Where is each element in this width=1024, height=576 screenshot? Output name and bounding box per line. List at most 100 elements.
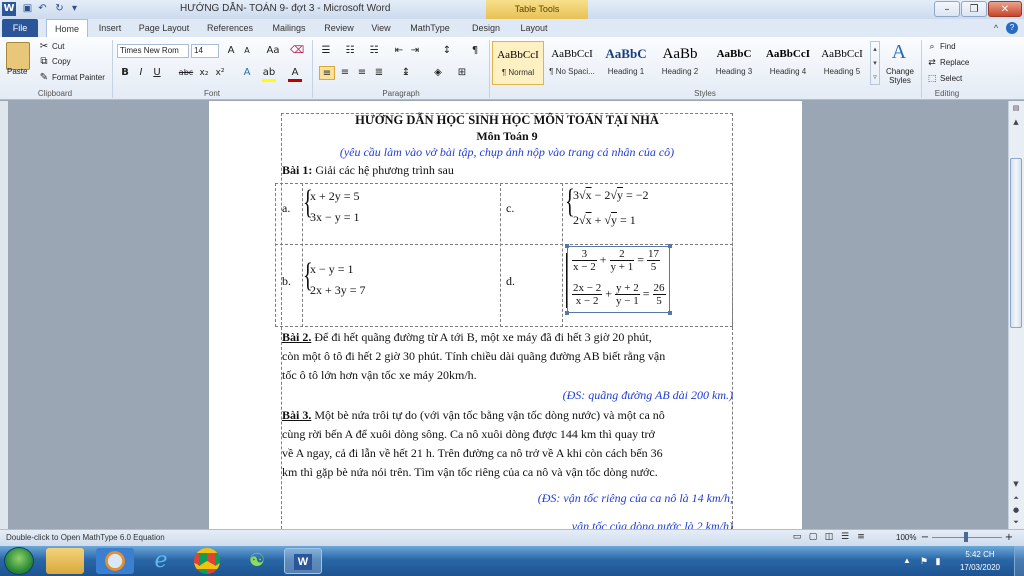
shading-icon[interactable]: ◈ xyxy=(430,66,446,80)
tab-page-layout[interactable]: Page Layout xyxy=(134,19,194,37)
web-layout-icon[interactable]: ◫ xyxy=(822,531,836,544)
bullets-icon[interactable]: ☰ xyxy=(318,44,334,58)
ribbon-minimize-icon[interactable]: ^ xyxy=(990,22,1002,34)
font-color-icon[interactable]: A xyxy=(288,66,302,80)
media-player-icon[interactable] xyxy=(96,548,134,574)
replace-icon[interactable]: ⇄ xyxy=(926,56,938,70)
paste-button[interactable]: Paste xyxy=(7,67,27,76)
find-button[interactable]: Find xyxy=(940,42,956,51)
change-styles-icon[interactable]: A xyxy=(888,40,910,64)
system-b-eq1[interactable]: x − y = 1 xyxy=(310,262,354,277)
strikethrough-icon[interactable]: abc xyxy=(178,66,194,80)
grow-font-icon[interactable]: A xyxy=(224,44,238,58)
tab-design[interactable]: Design xyxy=(464,19,508,37)
system-a-eq2[interactable]: 3x − y = 1 xyxy=(310,210,360,225)
qat-customize-icon[interactable]: ▾ xyxy=(68,2,81,16)
tray-flag-icon[interactable]: ⚑ xyxy=(918,555,930,567)
select-icon[interactable]: ⬚ xyxy=(926,72,938,86)
cut-icon[interactable]: ✂ xyxy=(38,40,50,54)
style-no-spacing[interactable]: AaBbCcI ¶ No Spaci... xyxy=(546,41,598,85)
system-d-eq2[interactable]: 2x − 2x − 2 + y + 2y − 1 = 26 5 xyxy=(572,282,666,307)
tab-mathtype[interactable]: MathType xyxy=(404,19,456,37)
increase-indent-icon[interactable]: ⇥ xyxy=(408,44,422,58)
close-button[interactable]: ✕ xyxy=(988,1,1022,17)
text-effects-icon[interactable]: A xyxy=(240,66,254,80)
selection-handle[interactable] xyxy=(668,244,672,248)
print-layout-icon[interactable]: ▭ xyxy=(790,531,804,544)
tab-file[interactable]: File xyxy=(2,19,38,37)
tab-layout[interactable]: Layout xyxy=(514,19,554,37)
style-heading-5[interactable]: AaBbCcI Heading 5 xyxy=(816,41,868,85)
style-heading-1[interactable]: AaBbC Heading 1 xyxy=(600,41,652,85)
style-heading-4[interactable]: AaBbCcI Heading 4 xyxy=(762,41,814,85)
app-icon[interactable]: ☯ xyxy=(238,548,276,574)
scroll-down-icon[interactable]: ▼ xyxy=(1010,478,1022,490)
select-button[interactable]: Select xyxy=(940,74,962,83)
decrease-indent-icon[interactable]: ⇤ xyxy=(392,44,406,58)
show-desktop-button[interactable] xyxy=(1014,546,1024,576)
selection-handle[interactable] xyxy=(565,244,569,248)
highlight-icon[interactable]: ab xyxy=(262,66,276,80)
browse-object-icon[interactable]: ● xyxy=(1010,504,1022,516)
redo-icon[interactable]: ↻ xyxy=(53,2,66,16)
format-painter-button[interactable]: Format Painter xyxy=(52,73,105,82)
internet-explorer-icon[interactable]: e xyxy=(142,548,180,574)
draft-icon[interactable]: ≡ xyxy=(854,531,868,544)
system-d-eq1[interactable]: 3x − 2 + 2y + 1 = 17 5 xyxy=(572,248,660,273)
style-normal[interactable]: AaBbCcI ¶ Normal xyxy=(492,41,544,85)
copy-icon[interactable]: ⧉ xyxy=(38,55,50,69)
change-case-icon[interactable]: Aa xyxy=(264,44,282,58)
copy-button[interactable]: Copy xyxy=(52,57,71,66)
tab-references[interactable]: References xyxy=(202,19,258,37)
style-heading-2[interactable]: AaBb Heading 2 xyxy=(654,41,706,85)
find-icon[interactable]: ⌕ xyxy=(926,40,938,54)
clock-time[interactable]: 5:42 CH xyxy=(948,550,1012,559)
selection-handle[interactable] xyxy=(565,311,569,315)
zoom-out-icon[interactable]: − xyxy=(920,531,930,544)
system-c-eq2[interactable]: 2√x + √y = 1 xyxy=(573,213,636,228)
bold-icon[interactable]: B xyxy=(119,66,131,80)
cut-button[interactable]: Cut xyxy=(52,42,64,51)
shrink-font-icon[interactable]: A xyxy=(240,44,254,58)
ruler-toggle-icon[interactable]: ▤ xyxy=(1010,102,1022,114)
sort-icon[interactable]: ↕ xyxy=(440,44,454,58)
zoom-slider-handle[interactable] xyxy=(964,532,968,542)
tab-insert[interactable]: Insert xyxy=(92,19,128,37)
tab-home[interactable]: Home xyxy=(46,19,88,37)
font-name-select[interactable]: Times New Rom xyxy=(117,44,189,58)
paste-icon[interactable] xyxy=(6,42,30,70)
italic-icon[interactable]: I xyxy=(135,66,147,80)
word-icon[interactable]: W xyxy=(2,2,16,16)
tab-mailings[interactable]: Mailings xyxy=(266,19,312,37)
outline-icon[interactable]: ☰ xyxy=(838,531,852,544)
line-spacing-icon[interactable]: ↨ xyxy=(398,66,414,80)
system-c-eq1[interactable]: 3√x − 2√y = −2 xyxy=(573,188,649,203)
superscript-icon[interactable]: x² xyxy=(214,66,226,80)
clear-formatting-icon[interactable]: ⌫ xyxy=(290,44,304,58)
start-button[interactable] xyxy=(4,547,34,575)
undo-icon[interactable]: ↶ xyxy=(36,2,49,16)
format-painter-icon[interactable]: ✎ xyxy=(38,71,50,85)
replace-button[interactable]: Replace xyxy=(940,58,969,67)
tab-review[interactable]: Review xyxy=(320,19,358,37)
numbering-icon[interactable]: ☷ xyxy=(342,44,358,58)
word-taskbar-icon[interactable]: W xyxy=(284,548,322,574)
style-heading-3[interactable]: AaBbC Heading 3 xyxy=(708,41,760,85)
help-icon[interactable]: ? xyxy=(1006,22,1018,34)
next-page-icon[interactable]: ⏷ xyxy=(1010,516,1022,528)
tab-view[interactable]: View xyxy=(366,19,396,37)
save-icon[interactable]: ▣ xyxy=(21,2,34,16)
subscript-icon[interactable]: x₂ xyxy=(198,66,210,80)
selection-handle[interactable] xyxy=(668,311,672,315)
full-screen-icon[interactable]: ▢ xyxy=(806,531,820,544)
network-icon[interactable]: ▮ xyxy=(932,555,944,567)
chrome-icon[interactable] xyxy=(194,548,220,574)
tray-expand-icon[interactable]: ▲ xyxy=(902,556,912,566)
scrollbar-thumb[interactable] xyxy=(1010,158,1022,328)
file-explorer-icon[interactable] xyxy=(46,548,84,574)
styles-scroll-icon[interactable]: ▴ ▾ ▿ xyxy=(870,41,880,85)
minimize-button[interactable]: – xyxy=(934,1,960,17)
align-right-icon[interactable]: ≡ xyxy=(355,66,369,80)
zoom-in-icon[interactable]: + xyxy=(1004,531,1014,544)
font-size-select[interactable]: 14 xyxy=(191,44,219,58)
